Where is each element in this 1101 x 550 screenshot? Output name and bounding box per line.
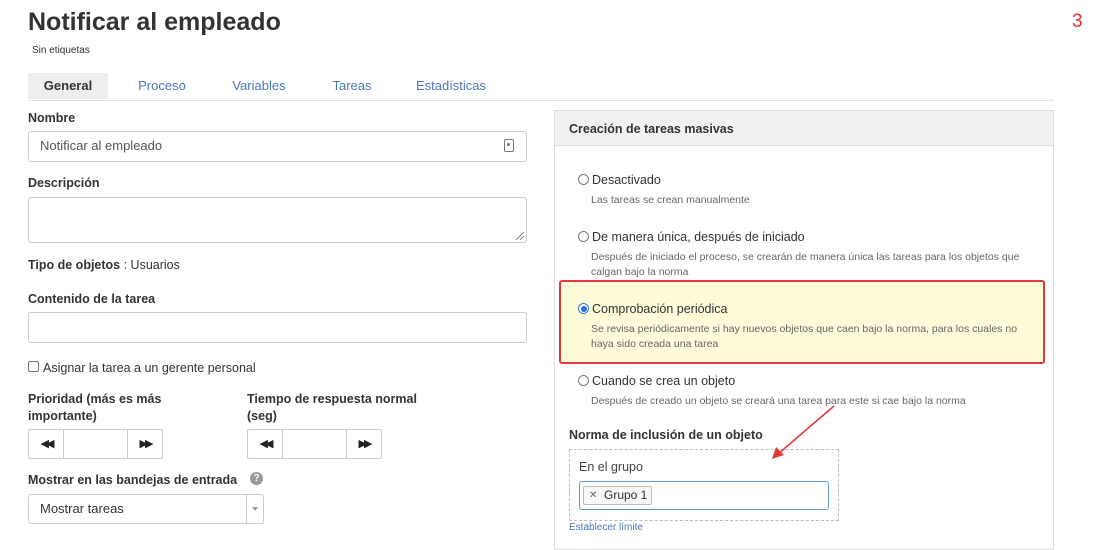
assign-manager-label: Asignar la tarea a un gerente personal: [43, 361, 256, 375]
option-label[interactable]: Desactivado: [592, 173, 661, 187]
response-time-label: Tiempo de respuesta normal (seg): [247, 392, 417, 423]
contact-card-icon[interactable]: [504, 139, 514, 152]
response-time-stepper: ◀◀ ▶▶: [247, 429, 382, 459]
tags-text: Sin etiquetas: [32, 45, 90, 56]
task-content-input[interactable]: [28, 312, 527, 343]
radio-desactivado[interactable]: [578, 174, 589, 185]
description-label: Descripción: [28, 176, 100, 190]
tab-variables[interactable]: Variables: [222, 73, 296, 99]
annotation-arrow-icon: [772, 405, 835, 459]
option-label[interactable]: Comprobación periódica: [592, 302, 728, 316]
help-icon[interactable]: ?: [250, 472, 263, 485]
panel-header: Creación de tareas masivas: [555, 111, 1053, 146]
page-title: Notificar al empleado: [28, 8, 281, 36]
assign-manager-checkbox[interactable]: [28, 361, 39, 372]
name-label: Nombre: [28, 111, 76, 125]
group-chip: ✕ Grupo 1: [583, 486, 653, 505]
option-label[interactable]: Cuando se crea un objeto: [592, 374, 735, 388]
option-desc: Después de iniciado el proceso, se crear…: [591, 251, 1020, 278]
group-tag-input[interactable]: ✕ Grupo 1: [579, 481, 829, 510]
option-desc: Se revisa periódicamente si hay nuevos o…: [591, 323, 1018, 350]
decrease-button[interactable]: ◀◀: [29, 430, 63, 458]
decrease-button[interactable]: ◀◀: [248, 430, 282, 458]
radio-comprobacion-periodica[interactable]: [578, 303, 589, 314]
option-label[interactable]: De manera única, después de iniciado: [592, 230, 805, 244]
step-number-annotation: 3: [1072, 11, 1083, 32]
tab-general[interactable]: General: [28, 73, 108, 99]
priority-label: Prioridad (más es más importante): [28, 392, 162, 423]
tabs-divider: [28, 100, 1054, 101]
show-inbox-selected: Mostrar tareas: [40, 501, 124, 516]
radio-unica[interactable]: [578, 231, 589, 242]
response-time-value-input[interactable]: [282, 430, 347, 458]
rule-label: Norma de inclusión de un objeto: [569, 428, 763, 442]
object-type: Tipo de objetos : Usuarios: [28, 258, 180, 272]
name-input-value: Notificar al empleado: [40, 138, 163, 153]
group-label: En el grupo: [579, 460, 643, 474]
tab-proceso[interactable]: Proceso: [128, 73, 196, 99]
object-type-value: : Usuarios: [120, 258, 180, 272]
object-type-label: Tipo de objetos: [28, 258, 121, 272]
set-limit-link[interactable]: Establecer límite: [569, 522, 643, 533]
select-divider: [246, 495, 247, 523]
tab-estadisticas[interactable]: Estadísticas: [410, 73, 492, 99]
radio-al-crear-objeto[interactable]: [578, 375, 589, 386]
priority-value-input[interactable]: [63, 430, 128, 458]
task-content-label: Contenido de la tarea: [28, 292, 156, 306]
name-input[interactable]: Notificar al empleado: [28, 131, 527, 162]
priority-stepper: ◀◀ ▶▶: [28, 429, 163, 459]
show-inbox-label: Mostrar en las bandejas de entrada: [28, 473, 238, 487]
description-textarea[interactable]: [28, 197, 527, 243]
remove-icon[interactable]: ✕: [589, 487, 597, 504]
panel-title: Creación de tareas masivas: [569, 122, 734, 136]
increase-button[interactable]: ▶▶: [128, 430, 162, 458]
increase-button[interactable]: ▶▶: [347, 430, 381, 458]
option-desc: Las tareas se crean manualmente: [591, 194, 750, 206]
tab-tareas[interactable]: Tareas: [324, 73, 380, 99]
show-inbox-select[interactable]: Mostrar tareas: [28, 494, 264, 524]
resize-grip-icon[interactable]: [516, 232, 524, 240]
group-chip-label: Grupo 1: [604, 488, 648, 502]
chevron-down-icon: [252, 507, 258, 511]
